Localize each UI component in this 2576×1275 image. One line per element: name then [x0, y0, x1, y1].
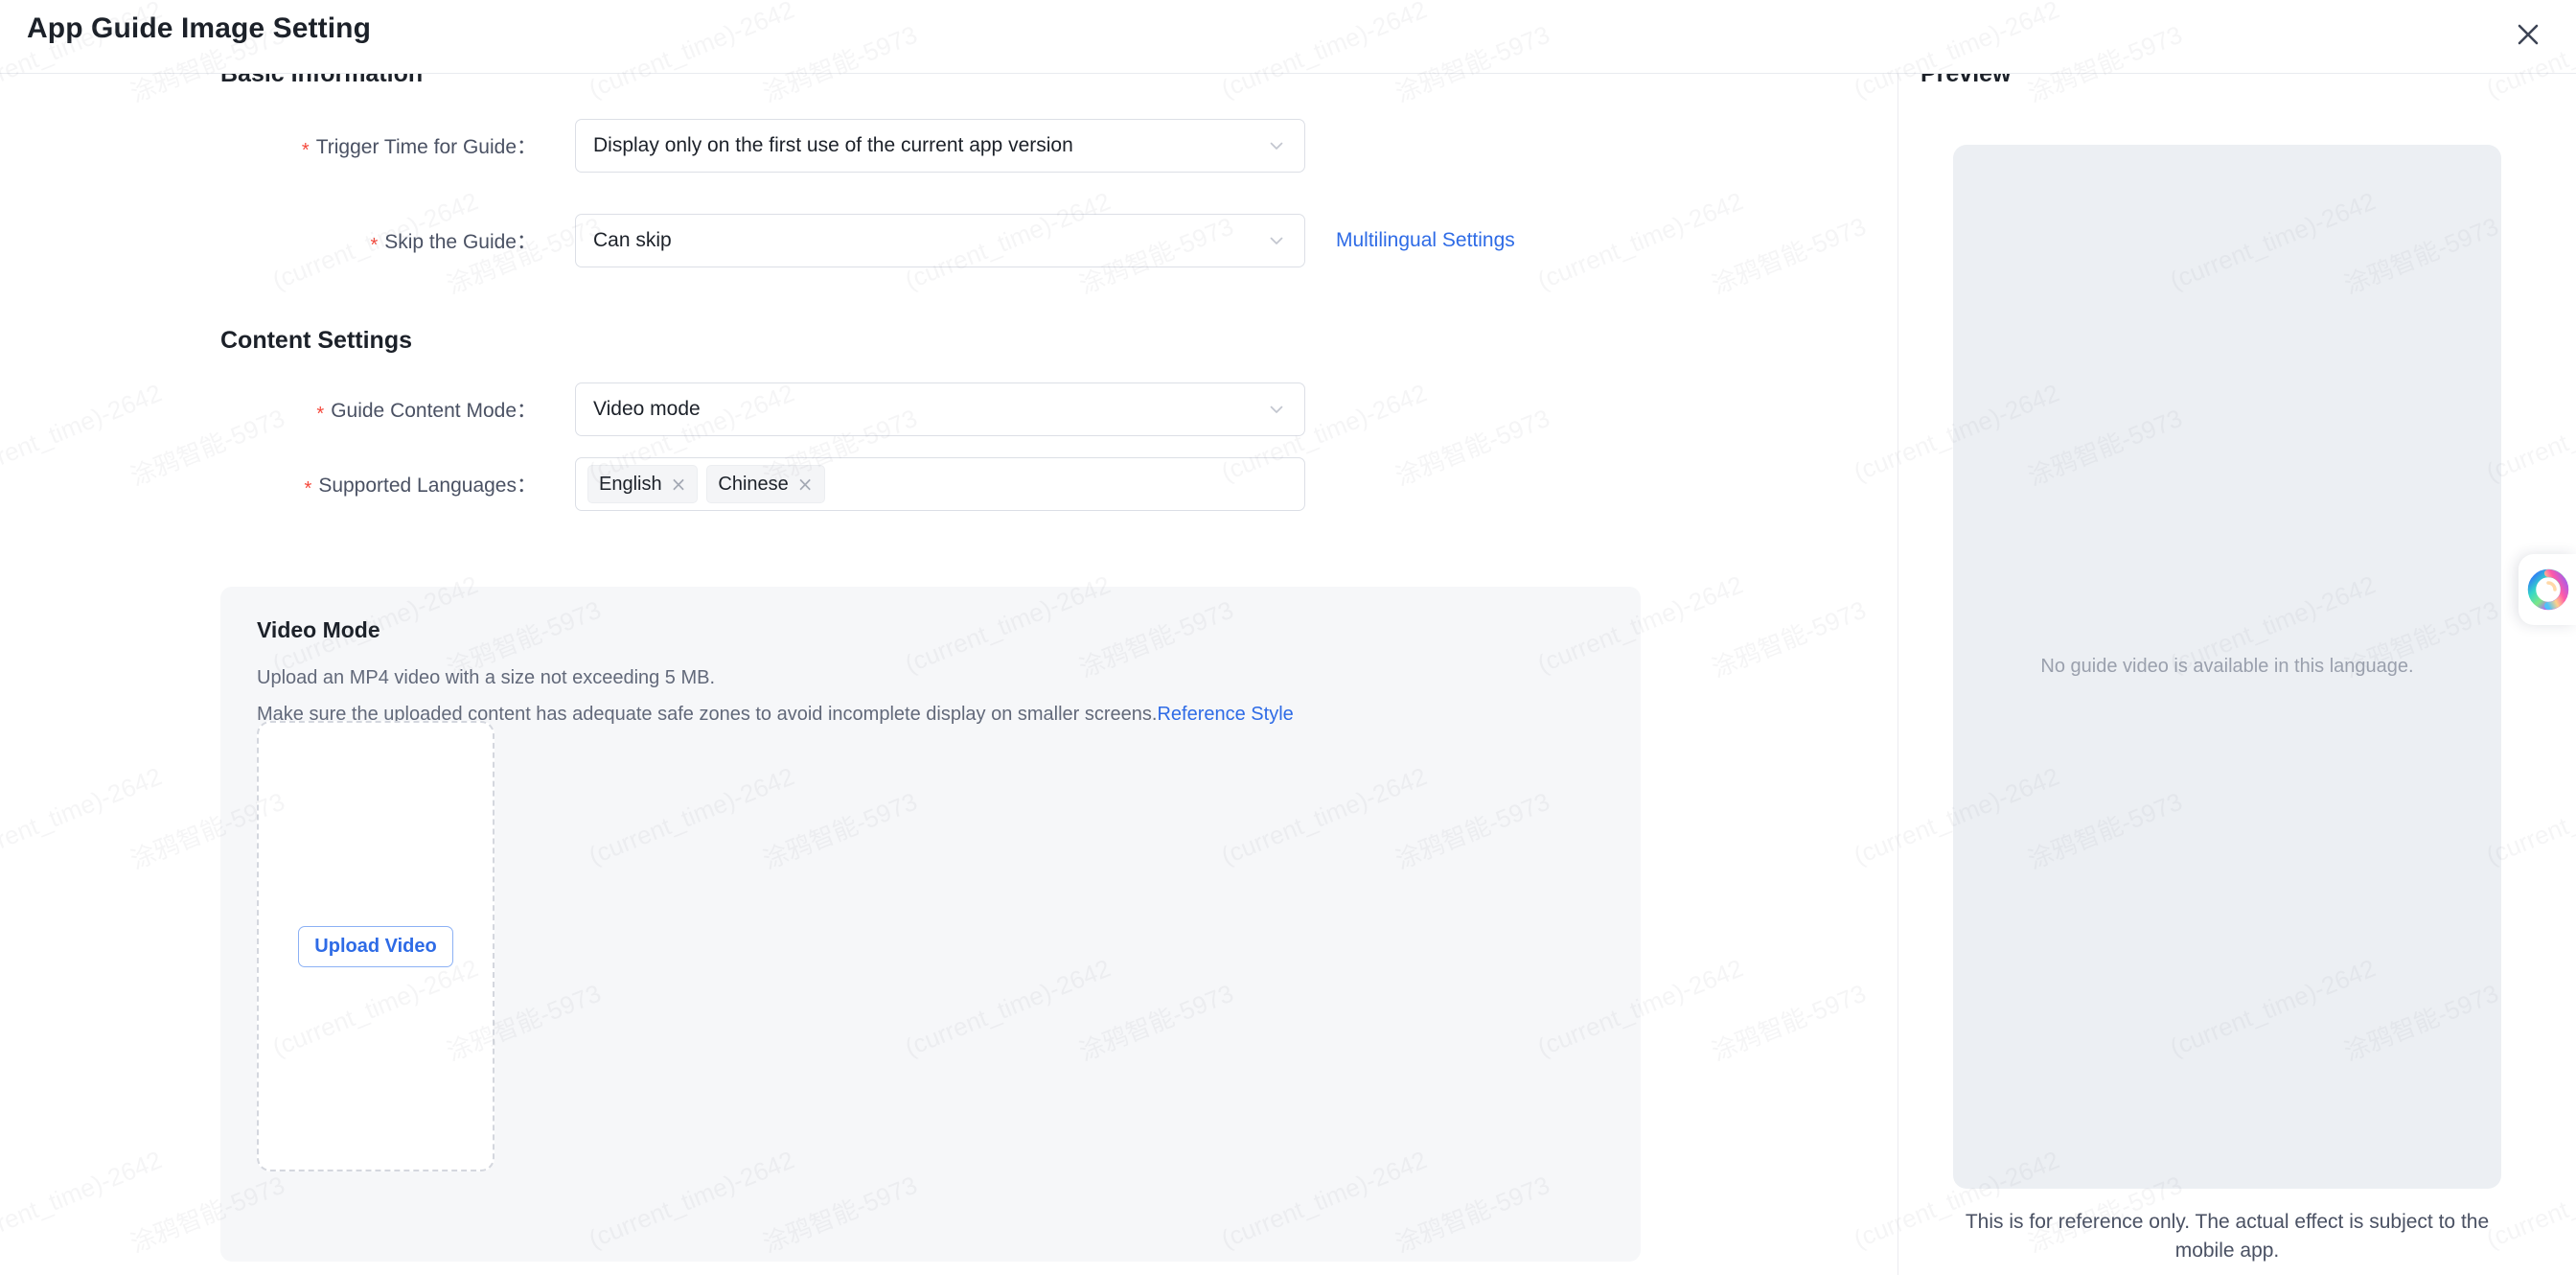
select-trigger-time-value: Display only on the first use of the cur…: [593, 134, 1073, 156]
tag-remove-icon[interactable]: ×: [671, 475, 687, 494]
ai-assistant-icon: [2524, 566, 2572, 614]
preview-empty-message: No guide video is available in this lang…: [2040, 656, 2414, 677]
form-area: Basic Information * Trigger Time for Guid…: [0, 74, 1898, 1275]
ai-assistant-tab[interactable]: [2518, 554, 2576, 625]
field-supported-languages: English × Chinese ×: [575, 457, 1305, 511]
multilingual-settings-link[interactable]: Multilingual Settings: [1336, 229, 1515, 252]
required-asterisk: *: [304, 478, 312, 499]
content-settings-heading: Content Settings: [220, 327, 412, 354]
form-row-guide-content-mode: * Guide Content Mode： Video mode: [0, 382, 1305, 436]
language-tag-label: English: [599, 473, 662, 495]
select-trigger-time[interactable]: Display only on the first use of the cur…: [575, 119, 1305, 173]
dialog-body: Basic Information * Trigger Time for Guid…: [0, 74, 2576, 1275]
preview-heading: Preview: [1920, 74, 2012, 87]
preview-disclaimer: This is for reference only. The actual e…: [1965, 1211, 2490, 1262]
close-icon: [2514, 20, 2542, 49]
label-guide-content-mode: * Guide Content Mode：: [316, 400, 537, 425]
required-asterisk: *: [370, 235, 379, 256]
basic-information-heading: Basic Information: [220, 74, 424, 87]
video-upload-dropzone[interactable]: Upload Video: [257, 721, 494, 1171]
preview-area: Preview No guide video is available in t…: [1898, 74, 2576, 1275]
language-tag-english[interactable]: English ×: [587, 465, 699, 503]
label-trigger-time: * Trigger Time for Guide：: [301, 136, 537, 161]
field-skip-guide: Can skip: [575, 214, 1305, 267]
language-tag-label: Chinese: [718, 473, 789, 495]
select-skip-guide[interactable]: Can skip: [575, 214, 1305, 267]
select-guide-content-mode[interactable]: Video mode: [575, 382, 1305, 436]
chevron-down-icon: [1266, 399, 1287, 420]
upload-video-button[interactable]: Upload Video: [298, 925, 453, 967]
video-mode-title: Video Mode: [257, 617, 380, 642]
reference-style-link[interactable]: Reference Style: [1157, 704, 1293, 725]
supported-languages-input[interactable]: English × Chinese ×: [575, 457, 1305, 511]
language-tag-chinese[interactable]: Chinese ×: [706, 465, 825, 503]
chevron-down-icon: [1266, 230, 1287, 251]
tag-remove-icon[interactable]: ×: [797, 475, 814, 494]
label-skip-guide: * Skip the Guide：: [370, 231, 537, 256]
video-mode-panel: Video Mode Upload an MP4 video with a si…: [220, 587, 1641, 1262]
field-guide-content-mode: Video mode: [575, 382, 1305, 436]
required-asterisk: *: [301, 140, 310, 161]
preview-device-frame: No guide video is available in this lang…: [1953, 145, 2501, 1189]
select-skip-guide-value: Can skip: [593, 229, 672, 251]
select-guide-content-mode-value: Video mode: [593, 398, 701, 420]
form-row-skip-guide: * Skip the Guide： Can skip Multilingual S…: [0, 214, 1515, 267]
dialog-header: App Guide Image Setting: [0, 0, 2576, 74]
chevron-down-icon: [1266, 135, 1287, 156]
required-asterisk: *: [316, 404, 325, 425]
video-mode-hint-size: Upload an MP4 video with a size not exce…: [257, 667, 716, 688]
field-trigger-time: Display only on the first use of the cur…: [575, 119, 1305, 173]
form-row-supported-languages: * Supported Languages： English × Chinese …: [0, 457, 1305, 511]
label-supported-languages: * Supported Languages：: [304, 475, 537, 499]
close-button[interactable]: [2501, 8, 2555, 61]
form-row-trigger-time: * Trigger Time for Guide： Display only on…: [0, 119, 1305, 173]
page-title: App Guide Image Setting: [27, 12, 371, 44]
